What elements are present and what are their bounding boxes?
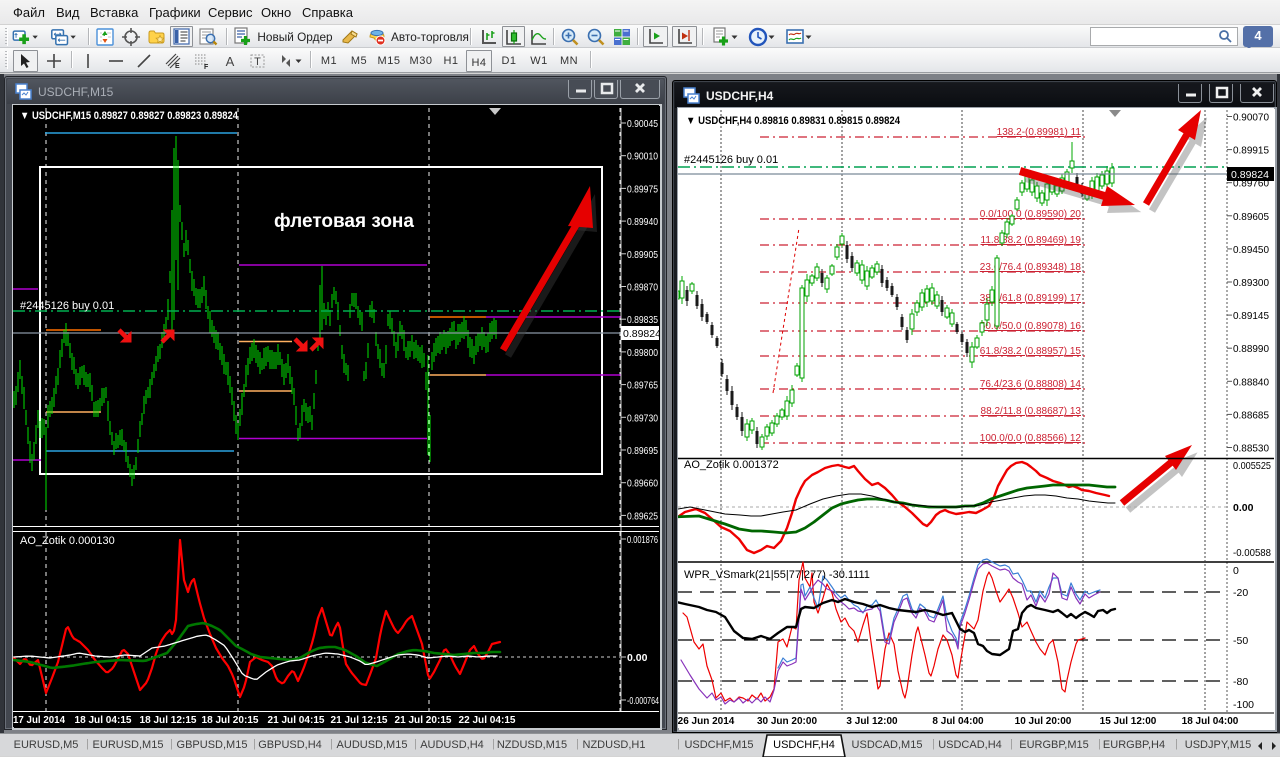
svg-text:0.88685: 0.88685 bbox=[1233, 409, 1269, 421]
svg-text:0.001876: 0.001876 bbox=[627, 534, 658, 546]
svg-text:0.89824: 0.89824 bbox=[623, 328, 659, 340]
svg-text:флетовая зона: флетовая зона bbox=[274, 211, 414, 232]
svg-text:3 Jul 12:00: 3 Jul 12:00 bbox=[846, 716, 898, 727]
svg-text:-80: -80 bbox=[1233, 676, 1248, 688]
svg-text:0.89695: 0.89695 bbox=[627, 445, 658, 457]
svg-text:76.4/23.6 (0.88808) 14: 76.4/23.6 (0.88808) 14 bbox=[980, 379, 1082, 390]
svg-text:11.8/88.2 (0.89469) 19: 11.8/88.2 (0.89469) 19 bbox=[981, 235, 1082, 246]
svg-text:-20: -20 bbox=[1233, 587, 1248, 599]
svg-text:8 Jul 04:00: 8 Jul 04:00 bbox=[932, 716, 984, 727]
svg-text:21 Jul 20:15: 21 Jul 20:15 bbox=[395, 714, 452, 726]
svg-text:0.89905: 0.89905 bbox=[627, 249, 658, 261]
svg-text:0.0/100.0 (0.89590) 20: 0.0/100.0 (0.89590) 20 bbox=[980, 209, 1082, 220]
svg-text:88.2/11.8 (0.88687) 13: 88.2/11.8 (0.88687) 13 bbox=[981, 406, 1082, 417]
svg-text:0.89835: 0.89835 bbox=[627, 314, 658, 326]
svg-text:0.88990: 0.88990 bbox=[1233, 343, 1269, 355]
svg-text:0.005525: 0.005525 bbox=[1233, 460, 1271, 472]
svg-text:0.89824: 0.89824 bbox=[1231, 169, 1269, 181]
svg-text:-0.00588: -0.00588 bbox=[1233, 547, 1271, 559]
svg-text:-0.000764: -0.000764 bbox=[627, 695, 659, 707]
svg-text:0.89765: 0.89765 bbox=[627, 380, 658, 392]
svg-text:0.88530: 0.88530 bbox=[1233, 443, 1269, 455]
svg-text:0.00: 0.00 bbox=[627, 652, 648, 664]
svg-text:0.89800: 0.89800 bbox=[627, 347, 658, 359]
svg-text:18 Jul 20:15: 18 Jul 20:15 bbox=[202, 714, 259, 726]
svg-text:0: 0 bbox=[1233, 565, 1239, 577]
svg-text:0.89870: 0.89870 bbox=[627, 282, 658, 294]
svg-text:18 Jul 04:15: 18 Jul 04:15 bbox=[75, 714, 132, 726]
svg-text:0.89300: 0.89300 bbox=[1233, 277, 1269, 289]
svg-text:0.89975: 0.89975 bbox=[627, 183, 658, 195]
svg-text:0.89450: 0.89450 bbox=[1233, 244, 1269, 256]
svg-text:0.00: 0.00 bbox=[1233, 502, 1254, 514]
svg-text:0.90045: 0.90045 bbox=[627, 118, 658, 130]
svg-text:0.89730: 0.89730 bbox=[627, 412, 658, 424]
svg-text:A: A bbox=[226, 54, 235, 69]
svg-text:0.89605: 0.89605 bbox=[1233, 211, 1269, 223]
svg-text:138.2-(0.89981) 11: 138.2-(0.89981) 11 bbox=[997, 127, 1082, 138]
svg-text:0.89625: 0.89625 bbox=[627, 510, 658, 522]
svg-text:61.8/38.2 (0.88957) 15: 61.8/38.2 (0.88957) 15 bbox=[980, 346, 1082, 357]
svg-text:18 Jul 04:00: 18 Jul 04:00 bbox=[1182, 716, 1239, 727]
svg-text:WPR_VSmark(21|55|77|277) -30.1: WPR_VSmark(21|55|77|277) -30.1111 bbox=[684, 569, 870, 581]
svg-text:0.89915: 0.89915 bbox=[1233, 145, 1269, 157]
svg-text:#2445126 buy 0.01: #2445126 buy 0.01 bbox=[20, 300, 114, 312]
svg-text:21 Jul 12:15: 21 Jul 12:15 bbox=[331, 714, 388, 726]
svg-text:100.0/0.0 (0.88566) 12: 100.0/0.0 (0.88566) 12 bbox=[980, 433, 1082, 444]
svg-text:18 Jul 12:15: 18 Jul 12:15 bbox=[140, 714, 197, 726]
svg-text:0.89940: 0.89940 bbox=[627, 216, 658, 228]
svg-text:10 Jul 20:00: 10 Jul 20:00 bbox=[1015, 716, 1072, 727]
svg-text:T: T bbox=[254, 56, 261, 68]
svg-text:E: E bbox=[175, 63, 180, 70]
svg-text:0.90070: 0.90070 bbox=[1233, 112, 1269, 124]
svg-text:▼ USDCHF,H4 0.89816 0.89831 0: ▼ USDCHF,H4 0.89816 0.89831 0.89815 0.89… bbox=[686, 115, 901, 127]
svg-text:-50: -50 bbox=[1233, 635, 1248, 647]
svg-text:0.89660: 0.89660 bbox=[627, 478, 658, 490]
svg-text:22 Jul 04:15: 22 Jul 04:15 bbox=[459, 714, 516, 726]
svg-text:AO_Zotik 0.000130: AO_Zotik 0.000130 bbox=[20, 535, 115, 547]
svg-text:26 Jun 2014: 26 Jun 2014 bbox=[678, 716, 735, 727]
svg-text:21 Jul 04:15: 21 Jul 04:15 bbox=[268, 714, 325, 726]
svg-text:0.89145: 0.89145 bbox=[1233, 310, 1269, 322]
svg-text:-100: -100 bbox=[1233, 699, 1254, 711]
svg-text:0.90010: 0.90010 bbox=[627, 151, 658, 163]
svg-text:F: F bbox=[204, 64, 209, 70]
svg-text:#2445126 buy 0.01: #2445126 buy 0.01 bbox=[684, 154, 778, 166]
svg-text:17 Jul 2014: 17 Jul 2014 bbox=[13, 714, 65, 726]
svg-text:0.88840: 0.88840 bbox=[1233, 376, 1269, 388]
svg-text:▼ USDCHF,M15 0.89827 0.89827: ▼ USDCHF,M15 0.89827 0.89827 0.89823 0.8… bbox=[20, 110, 239, 122]
svg-text:30 Jun 20:00: 30 Jun 20:00 bbox=[757, 716, 817, 727]
svg-text:AO_Zotik 0.001372: AO_Zotik 0.001372 bbox=[684, 459, 779, 471]
svg-text:15 Jul 12:00: 15 Jul 12:00 bbox=[1100, 716, 1157, 727]
